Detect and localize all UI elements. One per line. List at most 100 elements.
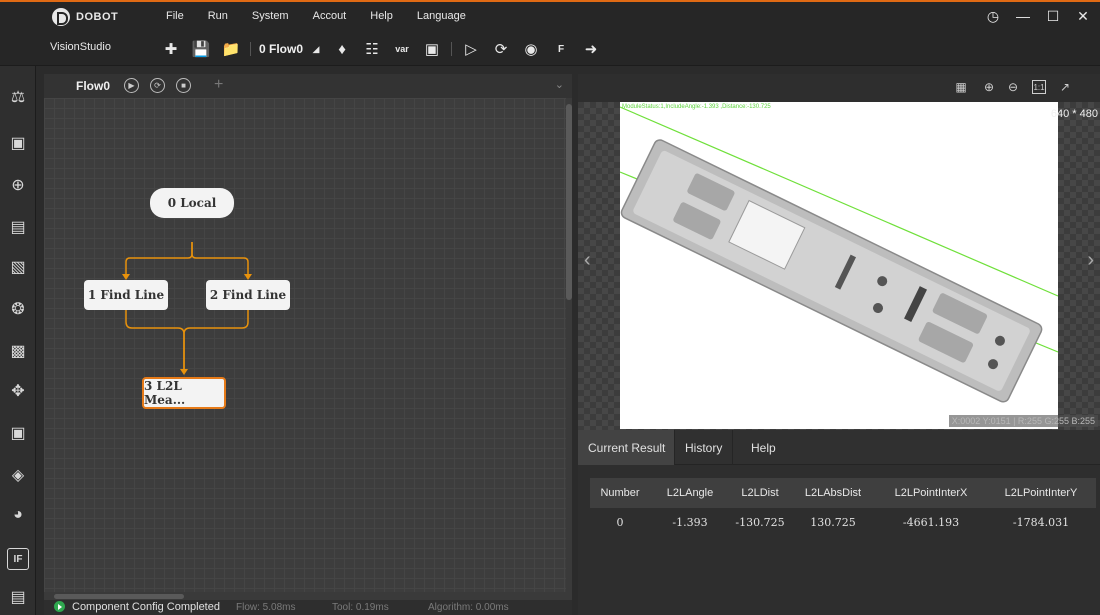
actual-size-icon[interactable]: 1:1 — [1032, 80, 1046, 94]
menu-system[interactable]: System — [252, 10, 289, 22]
column-header: L2LPointInterY — [1004, 487, 1078, 499]
save-icon[interactable]: 💾 — [190, 38, 212, 60]
calibration-icon[interactable]: ❂ — [7, 298, 29, 320]
color-icon[interactable]: ◈ — [7, 464, 29, 486]
flow-time: Flow: 5.08ms — [236, 602, 296, 613]
variable-icon[interactable]: var — [391, 38, 413, 60]
vertical-scrollbar[interactable] — [566, 104, 572, 300]
tab-help[interactable]: Help — [732, 430, 794, 465]
locate-icon[interactable]: ⊕ — [7, 174, 29, 196]
menu-help[interactable]: Help — [370, 10, 393, 22]
recognition-icon[interactable]: ▧ — [7, 256, 29, 278]
stop-icon[interactable]: ■ — [176, 78, 191, 93]
flow-node-l2l-measure[interactable]: 3 L2L Mea... — [142, 377, 226, 409]
connector-2-3 — [183, 310, 249, 370]
run-loop-icon[interactable]: ⟳ — [150, 78, 165, 93]
metal-part — [620, 139, 1043, 403]
layers-icon[interactable]: ♦ — [331, 38, 353, 60]
flow-selector[interactable]: 0 Flow0 — [259, 42, 303, 56]
cell-point-inter-y: -1784.031 — [1012, 515, 1070, 529]
status-bar: Component Config Completed Flow: 5.08ms … — [44, 600, 572, 615]
part-image — [620, 106, 1058, 403]
zoom-in-icon[interactable]: ⊕ — [982, 80, 996, 94]
algorithm-time: Algorithm: 0.00ms — [428, 602, 509, 613]
image-resolution: 640 * 480 — [1050, 108, 1098, 120]
arrow-head — [180, 369, 188, 375]
connector-0-2 — [191, 242, 249, 274]
tab-current-result[interactable]: Current Result — [578, 430, 676, 465]
add-flow-button[interactable]: + — [214, 76, 223, 94]
zoom-out-icon[interactable]: ⊖ — [1006, 80, 1020, 94]
horizontal-scrollbar[interactable] — [54, 594, 184, 599]
flow-connectors — [122, 242, 252, 375]
stop-icon[interactable]: ◉ — [520, 38, 542, 60]
cell-l2l-abs-dist: 130.725 — [810, 515, 856, 529]
run-loop-icon[interactable]: ⟳ — [490, 38, 512, 60]
flow-node-local[interactable]: 0 Local — [150, 188, 234, 218]
flow-tab-bar: Flow0 ▶ ⟳ ■ + ⌄ — [44, 74, 572, 98]
menu-bar: File Run System Accout Help Language — [166, 10, 490, 22]
app-name: VisionStudio — [50, 41, 111, 53]
tool-rail: ⚖ ▣ ⊕ ▤ ▧ ❂ ▩ ✥ ▣ ◈ ◕ IF ▤ — [0, 66, 36, 615]
new-flow-icon[interactable]: ✚ — [160, 38, 182, 60]
viewer-toolbar: ▦ ⊕ ⊖ 1:1 ↗ — [578, 74, 1100, 102]
tool-time: Tool: 0.19ms — [332, 602, 389, 613]
if-icon[interactable]: IF — [7, 548, 29, 570]
chevron-down-icon[interactable]: ◢ — [311, 38, 321, 60]
acquire-icon[interactable]: ⚖ — [7, 86, 29, 108]
run-once-icon[interactable]: ▷ — [460, 38, 482, 60]
cell-l2l-angle: -1.393 — [672, 515, 708, 529]
column-header: L2LDist — [741, 487, 779, 499]
logo: DOBOT — [52, 8, 118, 26]
toolbar-divider — [451, 42, 453, 56]
menu-file[interactable]: File — [166, 10, 184, 22]
open-folder-icon[interactable]: 📁 — [220, 38, 242, 60]
function-icon[interactable]: F — [550, 38, 572, 60]
fit-icon[interactable]: ▦ — [954, 80, 968, 94]
fullscreen-icon[interactable]: ↗ — [1058, 80, 1072, 94]
menu-run[interactable]: Run — [208, 10, 228, 22]
flow-node-find-line-2[interactable]: 2 Find Line — [206, 280, 290, 310]
chevron-down-icon[interactable]: ⌄ — [555, 78, 564, 91]
image-viewer: ▦ ⊕ ⊖ 1:1 ↗ ModuleStatus:1,IncludeAngle:… — [578, 74, 1100, 430]
network-icon[interactable]: ☷ — [361, 38, 383, 60]
defect-icon[interactable]: ◕ — [7, 504, 29, 526]
title-bar: DOBOT File Run System Accout Help Langua… — [0, 0, 1100, 32]
app-window: DOBOT File Run System Accout Help Langua… — [0, 0, 1100, 615]
run-once-icon[interactable]: ▶ — [124, 78, 139, 93]
flow-node-find-line-1[interactable]: 1 Find Line — [84, 280, 168, 310]
module-status-text: ModuleStatus:1,IncludeAngle:-1.393 ,Dist… — [622, 104, 771, 110]
camera-icon[interactable]: ▣ — [7, 132, 29, 154]
flow-canvas[interactable]: 0 Local 1 Find Line 2 Find Line 3 L2L Me… — [44, 98, 566, 592]
next-image-icon[interactable]: › — [1087, 249, 1094, 272]
window-controls: ◷ — ☐ ✕ — [986, 8, 1090, 25]
tab-flow0[interactable]: Flow0 — [76, 79, 110, 93]
transform-icon[interactable]: ✥ — [7, 380, 29, 402]
pixel-info: X:0002 Y:0151 | R:255 G:255 B:255 — [948, 415, 1098, 427]
tab-history[interactable]: History — [674, 430, 732, 465]
camera-trigger-icon[interactable]: ▣ — [421, 38, 443, 60]
cell-number: 0 — [616, 515, 624, 529]
logic-icon[interactable]: ▤ — [7, 586, 29, 608]
history-icon[interactable]: ◷ — [986, 8, 1000, 25]
cell-point-inter-x: -4661.193 — [902, 515, 960, 529]
toolbar: VisionStudio ✚ 💾 📁 0 Flow0 ◢ ♦ ☷ var ▣ ▷… — [0, 32, 1100, 66]
column-header: L2LPointInterX — [894, 487, 968, 499]
camera-image[interactable] — [620, 102, 1058, 429]
connector-0-1 — [125, 242, 193, 274]
image-tool-icon[interactable]: ▣ — [7, 422, 29, 444]
image-process-icon[interactable]: ▩ — [7, 340, 29, 362]
menu-language[interactable]: Language — [417, 10, 466, 22]
maximize-icon[interactable]: ☐ — [1046, 8, 1060, 25]
close-icon[interactable]: ✕ — [1076, 8, 1090, 25]
toolbar-divider — [250, 42, 251, 56]
menu-account[interactable]: Accout — [313, 10, 347, 22]
dobot-logo-icon — [52, 8, 70, 26]
minimize-icon[interactable]: — — [1016, 8, 1030, 25]
toolbar-buttons: ✚ 💾 📁 0 Flow0 ◢ ♦ ☷ var ▣ ▷ ⟳ ◉ F ➜ — [160, 38, 610, 60]
measure-icon[interactable]: ▤ — [7, 216, 29, 238]
robot-arm-icon[interactable]: ➜ — [580, 38, 602, 60]
prev-image-icon[interactable]: ‹ — [584, 249, 591, 272]
table-row[interactable]: 0 -1.393 -130.725 130.725 -4661.193 -178… — [590, 508, 1096, 536]
column-header: L2LAbsDist — [804, 487, 862, 499]
